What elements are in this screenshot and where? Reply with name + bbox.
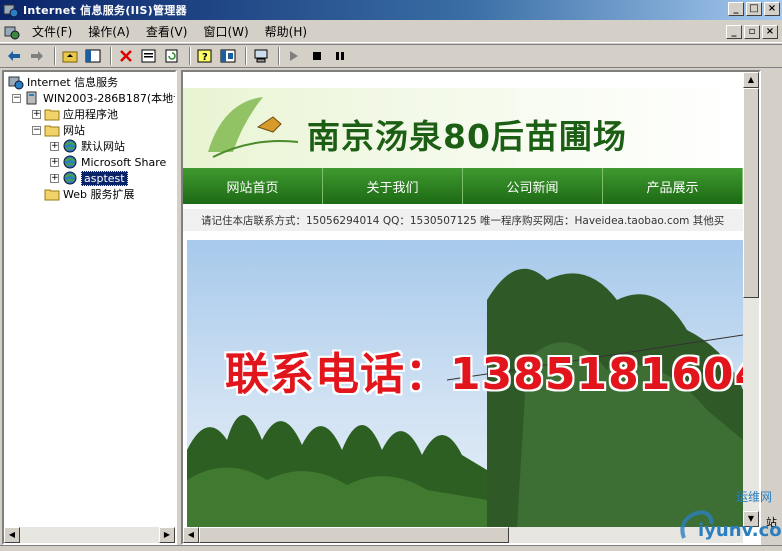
watermark-top-text: 运维网 [736, 490, 773, 504]
show-tree-icon[interactable] [83, 46, 103, 66]
tree-label-asptest: asptest [81, 170, 128, 186]
mdi-restore-button[interactable]: ▫ [744, 25, 760, 39]
stop-icon[interactable] [307, 46, 327, 66]
expand-icon[interactable]: + [50, 173, 59, 183]
toolbar-separator [54, 47, 56, 65]
tree-pane: Internet 信息服务 − WIN2003-286B187(本地计 + 应用… [2, 70, 177, 545]
refresh-icon[interactable] [162, 46, 182, 66]
toolbar-separator [189, 47, 191, 65]
scroll-left-icon[interactable]: ◀ [183, 527, 199, 543]
site-info-bar: 请记住本店联系方式：15056294014 QQ：1530507125 唯一程序… [183, 209, 743, 231]
tree-label-websites: 网站 [63, 124, 85, 137]
collapse-icon[interactable]: − [32, 125, 41, 135]
iis-root-icon [8, 76, 24, 90]
watermark-text: iyunv.co [698, 520, 782, 541]
maximize-button[interactable]: □ [746, 2, 762, 16]
menu-help[interactable]: 帮助(H) [257, 23, 315, 40]
tree-horizontal-scrollbar[interactable]: ◀ ▶ [4, 527, 175, 543]
folder-icon [44, 109, 60, 121]
tree-item-iis-root[interactable]: Internet 信息服务 [8, 74, 118, 90]
tree-label-sharepoint: Microsoft Share [81, 155, 167, 169]
properties-icon[interactable] [139, 46, 159, 66]
title-bar: Internet 信息服务(IIS)管理器 _ □ × [0, 0, 782, 20]
tree-label-iis-root: Internet 信息服务 [27, 76, 119, 89]
folder-icon [44, 189, 60, 201]
globe-icon [63, 139, 77, 153]
minimize-button[interactable]: _ [728, 2, 744, 16]
nav-products[interactable]: 产品展示 [603, 168, 743, 204]
globe-icon [63, 171, 77, 185]
horizontal-scroll-thumb[interactable] [199, 527, 509, 543]
nav-home[interactable]: 网站首页 [183, 168, 323, 204]
tree-item-asptest[interactable]: + asptest [50, 170, 128, 186]
contact-phone-banner: 联系电话：13851816042 [225, 349, 743, 400]
svg-text:?: ? [202, 52, 208, 63]
toolbar: ? [0, 44, 782, 68]
back-icon[interactable] [4, 46, 24, 66]
toolbar-separator [278, 47, 280, 65]
close-button[interactable]: × [764, 2, 780, 16]
computer-icon[interactable] [251, 46, 271, 66]
site-nav: 网站首页 关于我们 公司新闻 产品展示 [183, 168, 743, 204]
help-icon[interactable]: ? [195, 46, 215, 66]
folder-open-icon [44, 125, 60, 137]
site-title: 南京汤泉80后苗圃场 [307, 117, 627, 156]
vertical-scroll-thumb[interactable] [743, 88, 759, 298]
tree-item-app-pools[interactable]: + 应用程序池 [32, 106, 118, 122]
expand-icon[interactable]: + [50, 157, 59, 167]
mmc-icon[interactable] [218, 46, 238, 66]
web-content-pane: 南京汤泉80后苗圃场 网站首页 关于我们 公司新闻 产品展示 请记住本店联系方式… [181, 70, 761, 545]
scroll-right-icon[interactable]: ▶ [159, 527, 175, 543]
play-icon[interactable] [284, 46, 304, 66]
scroll-left-icon[interactable]: ◀ [4, 527, 20, 543]
tree-item-websites[interactable]: − 网站 [32, 122, 85, 138]
mdi-close-button[interactable]: × [762, 25, 778, 39]
mmc-document-icon [4, 26, 20, 39]
menu-window[interactable]: 窗口(W) [195, 23, 256, 40]
expand-icon[interactable]: + [32, 109, 41, 119]
menu-view[interactable]: 查看(V) [138, 23, 196, 40]
forward-icon[interactable] [27, 46, 47, 66]
scroll-up-icon[interactable]: ▲ [743, 72, 759, 88]
leaf-decoration-icon [208, 97, 299, 158]
watermark-logo: 运维网 站 iyunv.co [676, 484, 782, 546]
site-banner: 南京汤泉80后苗圃场 [183, 88, 743, 168]
delete-icon[interactable] [116, 46, 136, 66]
tree-item-default-site[interactable]: + 默认网站 [50, 138, 125, 154]
menu-bar: 文件(F) 操作(A) 查看(V) 窗口(W) 帮助(H) _ ▫ × [0, 21, 782, 43]
site-hero-image: 联系电话：13851816042 [187, 240, 743, 528]
menu-action[interactable]: 操作(A) [80, 23, 138, 40]
globe-icon [63, 155, 77, 169]
tree-label-server: WIN2003-286B187(本地计 [43, 92, 177, 105]
expand-icon[interactable]: + [50, 141, 59, 151]
tree-item-server[interactable]: − WIN2003-286B187(本地计 [12, 90, 177, 106]
toolbar-separator [110, 47, 112, 65]
collapse-icon[interactable]: − [12, 93, 21, 103]
window-title: Internet 信息服务(IIS)管理器 [23, 4, 187, 17]
site-contact-info: 请记住本店联系方式：15056294014 QQ：1530507125 唯一程序… [201, 214, 725, 227]
status-bar [0, 545, 782, 551]
tree-item-web-extensions[interactable]: Web 服务扩展 [32, 186, 134, 202]
content-horizontal-scrollbar[interactable]: ◀ [183, 527, 743, 543]
nav-about[interactable]: 关于我们 [323, 168, 463, 204]
server-icon [26, 91, 37, 105]
menu-file[interactable]: 文件(F) [24, 23, 80, 40]
tree-label-web-extensions: Web 服务扩展 [63, 188, 135, 201]
toolbar-separator [245, 47, 247, 65]
tree-item-sharepoint[interactable]: + Microsoft Share [50, 154, 166, 170]
iis-app-icon [3, 4, 19, 18]
pause-icon[interactable] [330, 46, 350, 66]
content-vertical-scrollbar[interactable]: ▲ ▼ [743, 72, 759, 527]
nav-news[interactable]: 公司新闻 [463, 168, 603, 204]
tree-label-default-site: 默认网站 [81, 140, 125, 153]
up-folder-icon[interactable] [60, 46, 80, 66]
mdi-minimize-button[interactable]: _ [726, 25, 742, 39]
tree-label-app-pools: 应用程序池 [63, 108, 118, 121]
